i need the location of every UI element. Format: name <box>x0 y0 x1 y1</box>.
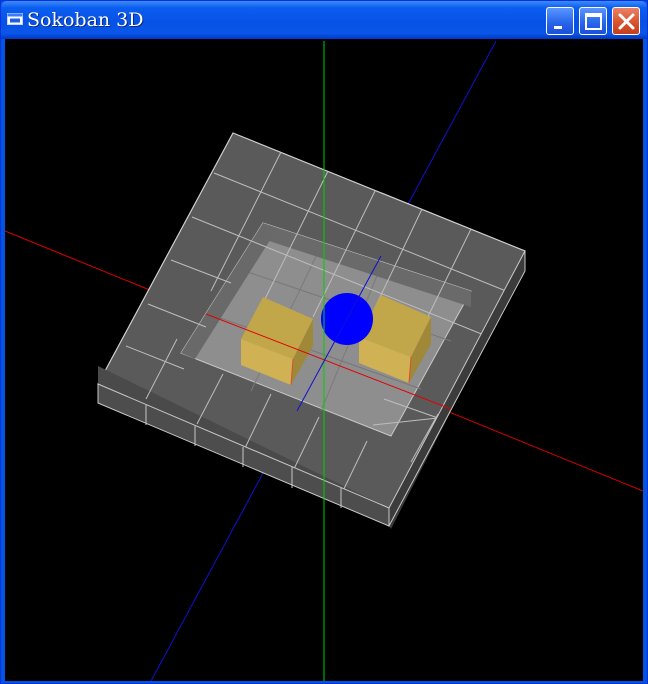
minimize-icon <box>554 26 562 29</box>
close-button[interactable] <box>612 7 640 35</box>
sokoban-scene <box>5 39 643 681</box>
minimize-button[interactable] <box>546 7 574 35</box>
window-title: Sokoban 3D <box>27 9 144 31</box>
maximize-icon <box>585 13 602 30</box>
maximize-button[interactable] <box>579 7 607 35</box>
app-window-icon[interactable] <box>7 13 23 25</box>
application-window: Sokoban 3D <box>0 0 648 684</box>
game-viewport[interactable] <box>5 39 643 681</box>
close-icon <box>618 13 635 30</box>
title-bar[interactable]: Sokoban 3D <box>1 1 647 39</box>
